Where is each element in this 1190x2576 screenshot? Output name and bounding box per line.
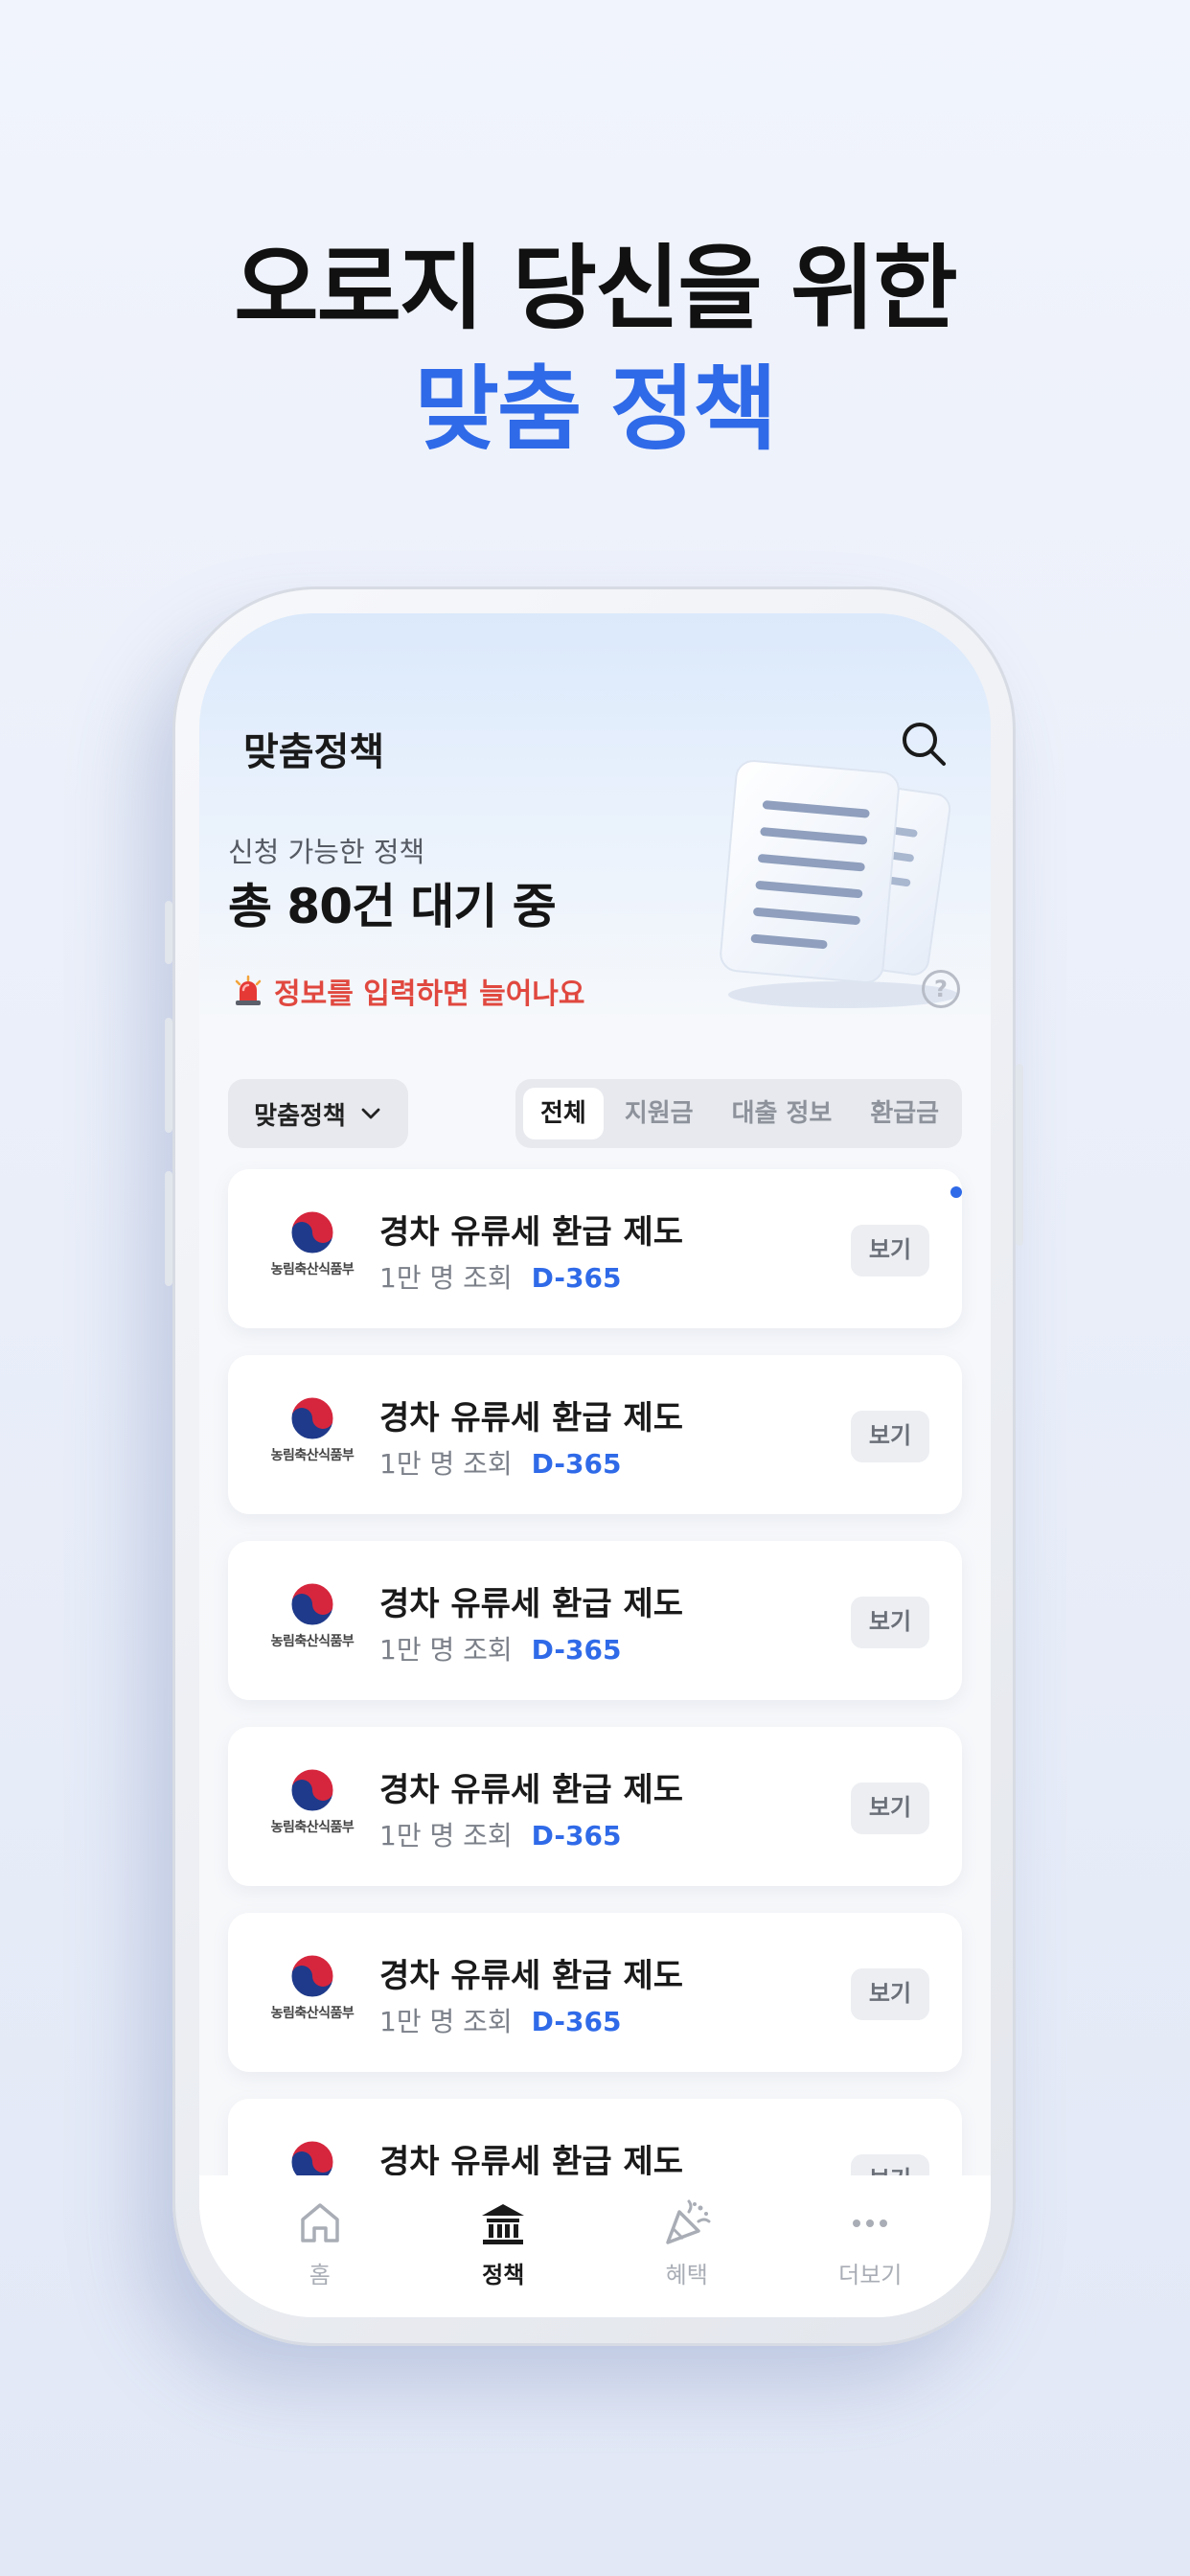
view-count: 1만 명 조회 bbox=[379, 1820, 513, 1852]
bank-icon bbox=[482, 2204, 525, 2244]
org-logo: 농림축산식품부 bbox=[264, 1209, 360, 1290]
policy-meta: 1만 명 조회 D-365 bbox=[379, 1257, 622, 1296]
nav-benefit-label: 혜택 bbox=[665, 2262, 708, 2288]
org-name: 농림축산식품부 bbox=[270, 1634, 355, 1649]
category-tabs: 전체 지원금 대출 정보 환급금 bbox=[515, 1079, 962, 1148]
taegeuk-emblem-icon bbox=[290, 1954, 334, 1998]
view-button[interactable]: 보기 bbox=[851, 1597, 929, 1648]
org-logo: 농림축산식품부 bbox=[264, 1767, 360, 1848]
nav-more-label: 더보기 bbox=[838, 2262, 903, 2288]
view-button[interactable]: 보기 bbox=[851, 1411, 929, 1462]
chevron-down-icon bbox=[361, 1108, 380, 1119]
policy-meta: 1만 명 조회 D-365 bbox=[379, 1443, 622, 1482]
hero-line-1: 오로지 당신을 위한 bbox=[234, 235, 957, 342]
policy-card[interactable]: 농림축산식품부 경차 유류세 환급 제도 1만 명 조회 D-365 보기 bbox=[228, 1541, 962, 1700]
view-button[interactable]: 보기 bbox=[851, 1782, 929, 1834]
org-logo: 농림축산식품부 bbox=[264, 1581, 360, 1662]
org-name: 농림축산식품부 bbox=[270, 1262, 355, 1277]
tab-support-fund[interactable]: 지원금 bbox=[607, 1088, 711, 1139]
d-day-badge: D-365 bbox=[531, 2006, 622, 2037]
policy-filter-dropdown[interactable]: 맞춤정책 bbox=[228, 1079, 408, 1148]
tab-refund[interactable]: 환급금 bbox=[853, 1088, 956, 1139]
policy-meta: 1만 명 조회 D-365 bbox=[379, 1815, 622, 1853]
org-logo: 농림축산식품부 bbox=[264, 1395, 360, 1476]
org-logo: 농림축산식품부 bbox=[264, 1953, 360, 2034]
app-screen: 맞춤정책 신청 가능한 정책 총 80건 대기 중 정보를 입력하면 늘어나요 … bbox=[199, 613, 991, 2317]
phone-power-button bbox=[1016, 1064, 1023, 1246]
alert-text: 정보를 입력하면 늘어나요 bbox=[274, 978, 585, 1011]
new-indicator-dot bbox=[950, 1186, 962, 1198]
policy-meta: 1만 명 조회 D-365 bbox=[379, 1629, 622, 1668]
policy-title: 경차 유류세 환급 제도 bbox=[379, 1585, 684, 1623]
tab-all[interactable]: 전체 bbox=[523, 1088, 604, 1139]
hero-line-2: 맞춤 정책 bbox=[414, 356, 778, 463]
app-title: 맞춤정책 bbox=[243, 730, 385, 774]
summary-label: 신청 가능한 정책 bbox=[228, 836, 425, 868]
policy-card[interactable]: 농림축산식품부 경차 유류세 환급 제도 1만 명 조회 D-365 보기 bbox=[228, 1913, 962, 2072]
taegeuk-emblem-icon bbox=[290, 1396, 334, 1440]
policy-meta: 1만 명 조회 D-365 bbox=[379, 2001, 622, 2039]
view-count: 1만 명 조회 bbox=[379, 2006, 513, 2037]
home-icon bbox=[301, 2203, 339, 2242]
nav-home[interactable]: 홈 bbox=[248, 2175, 392, 2317]
policy-title: 경차 유류세 환급 제도 bbox=[379, 1771, 684, 1809]
bottom-nav: 홈 정책 혜택 더보기 bbox=[199, 2175, 991, 2317]
view-button[interactable]: 보기 bbox=[851, 1968, 929, 2020]
siren-icon bbox=[235, 975, 262, 1005]
policy-title: 경차 유류세 환급 제도 bbox=[379, 1213, 684, 1252]
party-popper-icon bbox=[666, 2199, 711, 2244]
policy-title: 경차 유류세 환급 제도 bbox=[379, 1399, 684, 1438]
nav-more[interactable]: 더보기 bbox=[798, 2175, 942, 2317]
phone-volume-up bbox=[165, 1018, 172, 1133]
view-count: 1만 명 조회 bbox=[379, 1634, 513, 1666]
policy-card[interactable]: 농림축산식품부 경차 유류세 환급 제도 1만 명 조회 D-365 보기 bbox=[228, 1727, 962, 1886]
dropdown-label: 맞춤정책 bbox=[254, 1101, 346, 1131]
question-circle-icon[interactable]: ? bbox=[922, 970, 960, 1008]
phone-volume-down bbox=[165, 1171, 172, 1286]
policy-card[interactable]: 농림축산식품부 경차 유류세 환급 제도 1만 명 조회 D-365 보기 bbox=[228, 1169, 962, 1328]
taegeuk-emblem-icon bbox=[290, 1210, 334, 1254]
tab-loan-info[interactable]: 대출 정보 bbox=[715, 1088, 850, 1139]
nav-policy-label: 정책 bbox=[482, 2262, 525, 2288]
nav-benefit[interactable]: 혜택 bbox=[615, 2175, 759, 2317]
hero-headline: 오로지 당신을 위한 맞춤 정책 bbox=[0, 228, 1190, 470]
nav-home-label: 홈 bbox=[309, 2262, 331, 2288]
org-name: 농림축산식품부 bbox=[270, 2006, 355, 2021]
taegeuk-emblem-icon bbox=[290, 1768, 334, 1812]
d-day-badge: D-365 bbox=[531, 1634, 622, 1666]
taegeuk-emblem-icon bbox=[290, 1582, 334, 1626]
documents-illustration bbox=[720, 760, 958, 1008]
view-count: 1만 명 조회 bbox=[379, 1448, 513, 1480]
policy-title: 경차 유류세 환급 제도 bbox=[379, 1957, 684, 1995]
more-dots-icon bbox=[853, 2220, 888, 2227]
policy-card[interactable]: 농림축산식품부 경차 유류세 환급 제도 1만 명 조회 D-365 보기 bbox=[228, 1355, 962, 1514]
d-day-badge: D-365 bbox=[531, 1262, 622, 1294]
summary-total: 총 80건 대기 중 bbox=[228, 879, 557, 934]
view-count: 1만 명 조회 bbox=[379, 1262, 513, 1294]
d-day-badge: D-365 bbox=[531, 1820, 622, 1852]
org-name: 농림축산식품부 bbox=[270, 1820, 355, 1835]
view-button[interactable]: 보기 bbox=[851, 1225, 929, 1276]
org-name: 농림축산식품부 bbox=[270, 1448, 355, 1463]
d-day-badge: D-365 bbox=[531, 1448, 622, 1480]
nav-policy[interactable]: 정책 bbox=[431, 2175, 575, 2317]
phone-side-button bbox=[165, 901, 172, 964]
info-alert[interactable]: 정보를 입력하면 늘어나요 bbox=[232, 970, 585, 1012]
